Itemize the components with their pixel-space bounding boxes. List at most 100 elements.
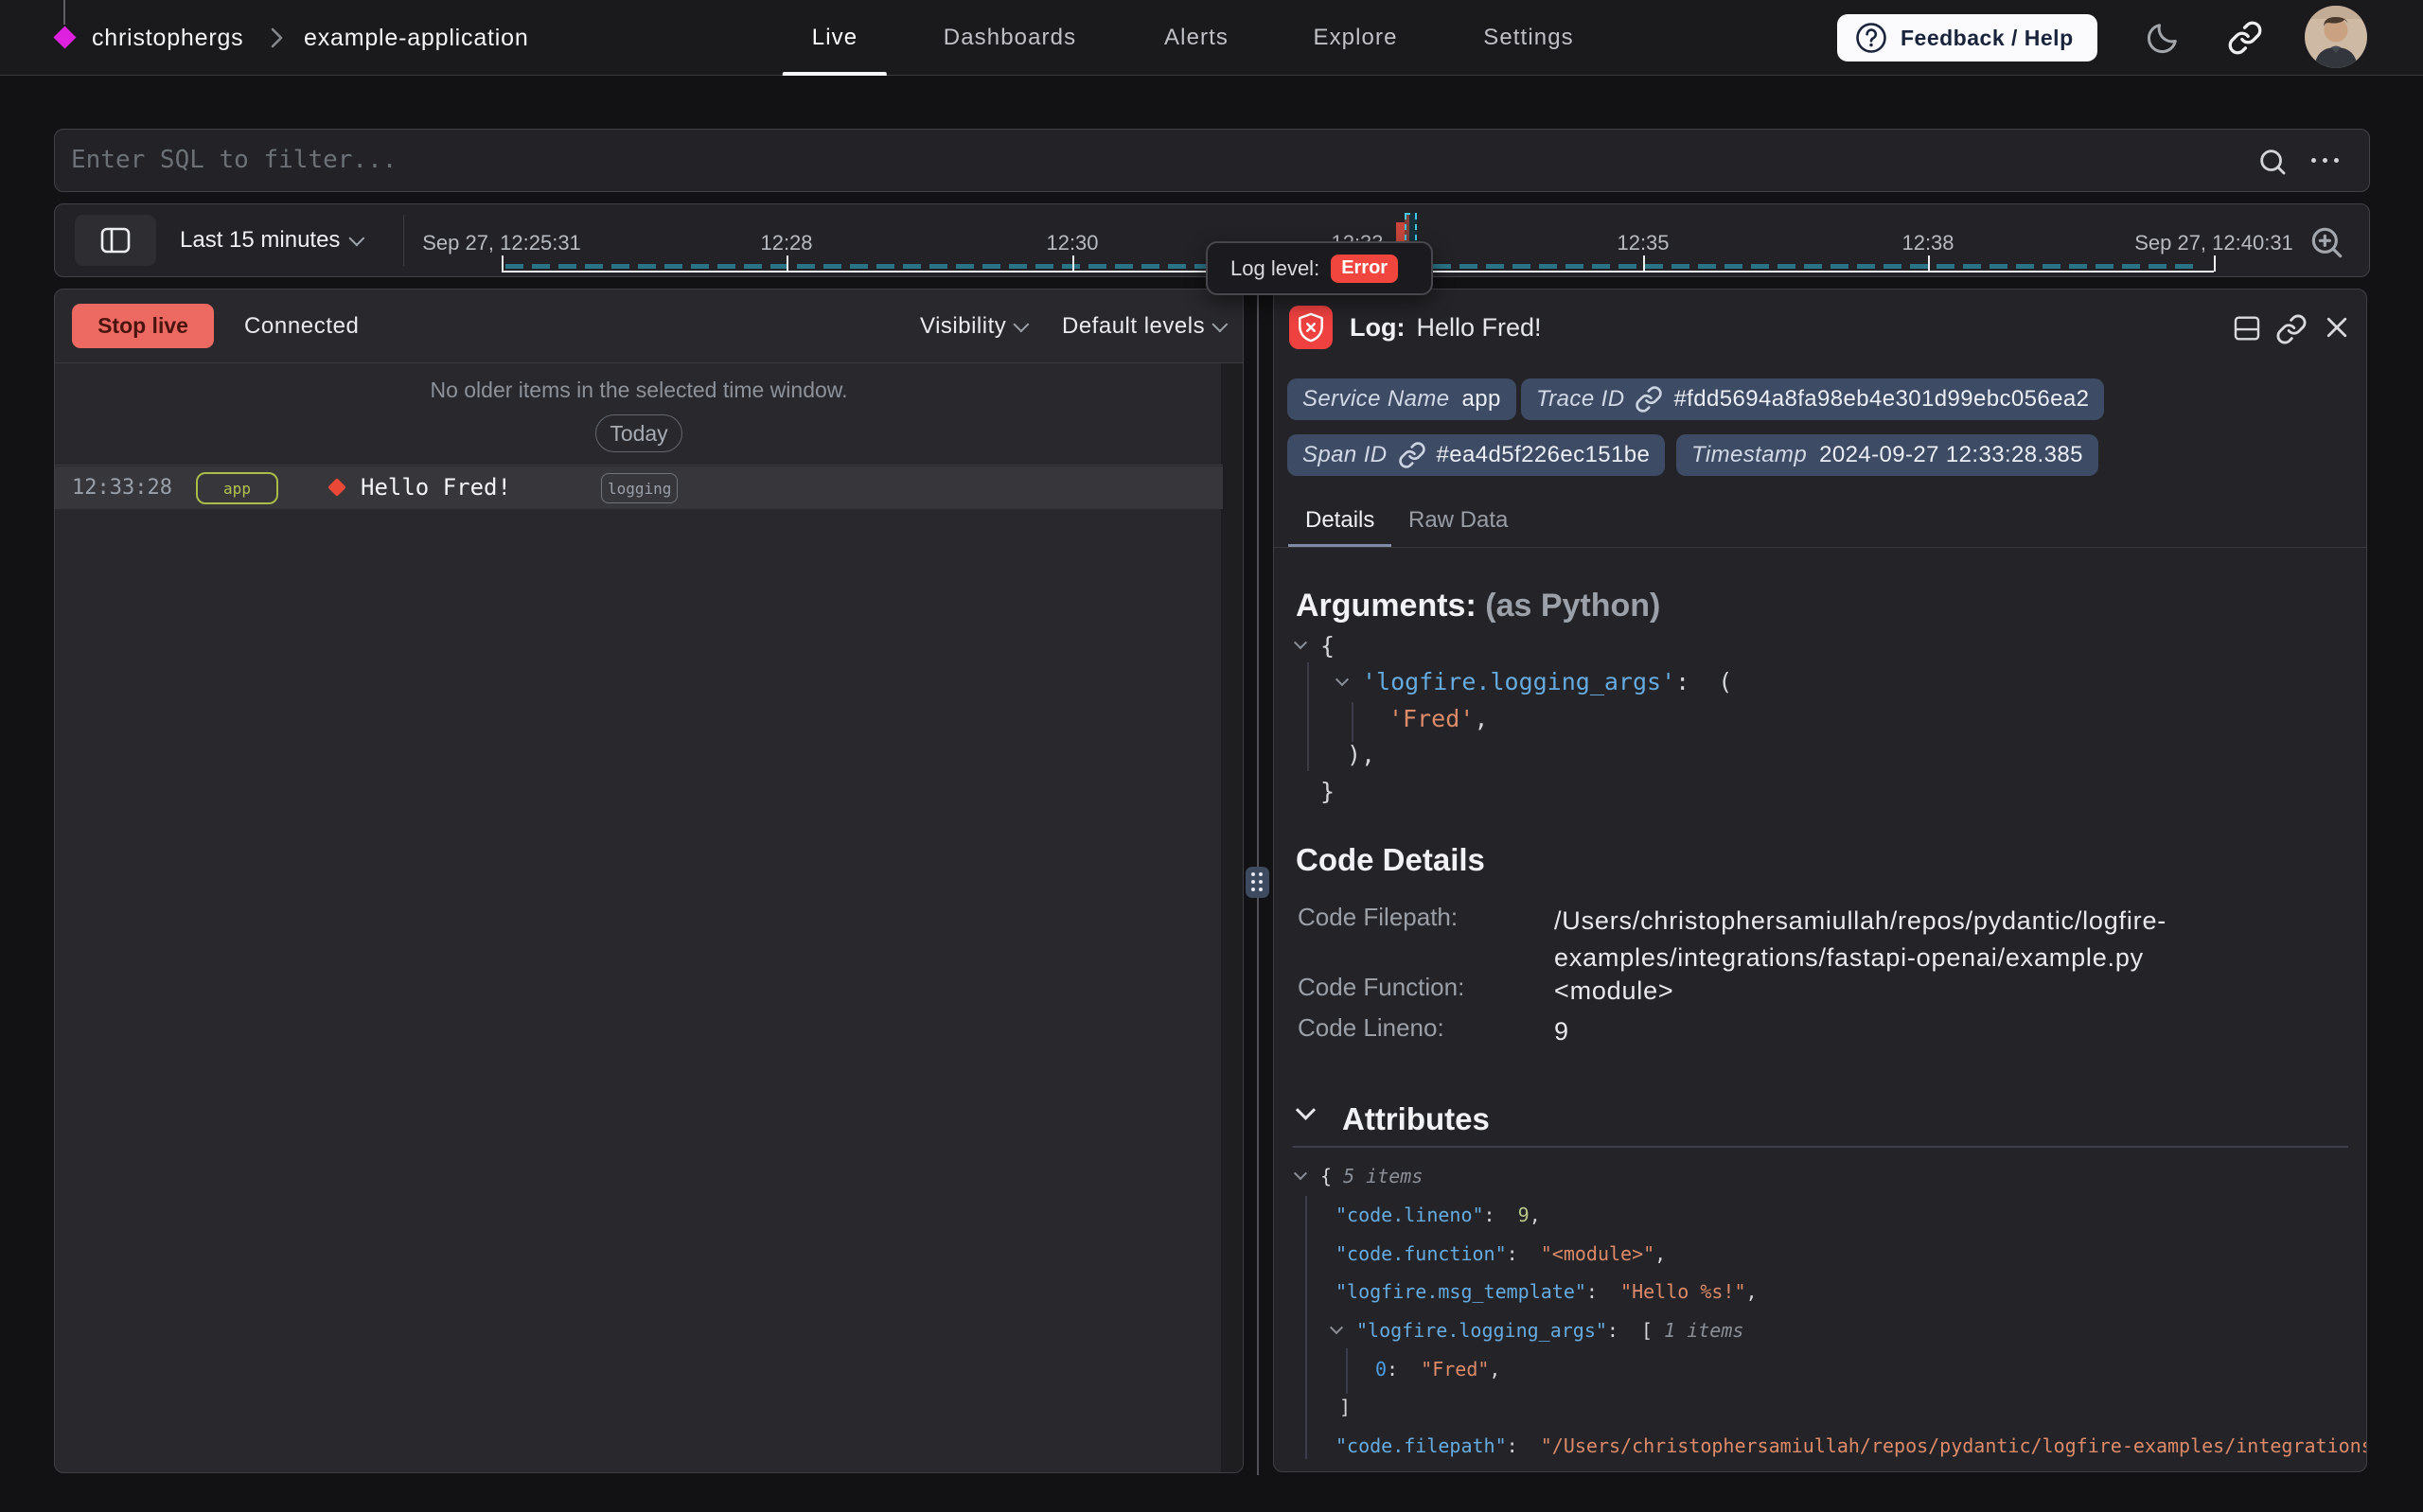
visibility-dropdown[interactable]: Visibility	[920, 290, 1029, 362]
live-panel-header: Stop live Connected Visibility Default l…	[55, 290, 1243, 363]
attributes-heading[interactable]: Attributes	[1342, 1101, 1490, 1137]
code-line: "logfire.msg_template": "Hello %s!",	[1296, 1273, 2367, 1311]
sql-filter-input[interactable]: Enter SQL to filter...	[71, 130, 397, 190]
zoom-in-icon[interactable]	[2308, 223, 2345, 261]
code-line: "code.function": "<module>",	[1296, 1234, 2367, 1273]
logfire-logo-icon[interactable]	[53, 26, 76, 48]
timeline-tick-label: 12:38	[1901, 231, 1954, 255]
detail-title: Log: Hello Fred!	[1350, 290, 1542, 365]
code-detail-value: <module>	[1554, 973, 2344, 1010]
log-level-diamond-icon	[327, 478, 346, 497]
theme-toggle-button[interactable]	[2145, 0, 2181, 76]
copy-link-icon[interactable]	[2275, 313, 2308, 345]
dock-panel-icon[interactable]	[2232, 313, 2262, 343]
tab-dashboards[interactable]: Dashboards	[944, 0, 1076, 76]
code-line: { 5 items	[1296, 1157, 2367, 1196]
time-range-dropdown[interactable]: Last 15 minutes	[180, 204, 364, 276]
tab-alerts[interactable]: Alerts	[1164, 0, 1229, 76]
collapse-chevron-icon[interactable]	[1332, 1326, 1356, 1335]
badge-value: #ea4d5f226ec151be	[1437, 442, 1651, 468]
chevron-down-icon	[349, 230, 365, 246]
tooltip-label: Log level:	[1230, 256, 1319, 281]
collapse-chevron-icon[interactable]	[1296, 1171, 1320, 1181]
attributes-code: { 5 items"code.lineno": 9,"code.function…	[1296, 1157, 2367, 1466]
code-token: 9	[1518, 1204, 1530, 1226]
code-token: "logfire.logging_args"	[1356, 1319, 1607, 1342]
close-icon[interactable]	[2323, 313, 2351, 342]
code-token: "Hello %s!"	[1620, 1280, 1745, 1303]
breadcrumb-chevron-icon	[271, 0, 283, 76]
empty-state: No older items in the selected time wind…	[55, 364, 1223, 466]
tab-alerts-label: Alerts	[1164, 25, 1229, 51]
scrollbar-gutter[interactable]	[1221, 363, 1243, 1472]
code-line: ]	[1296, 1388, 2367, 1427]
badge-label: Timestamp	[1691, 442, 1807, 468]
code-detail-label: Code Function:	[1298, 973, 1464, 1001]
top-nav: christophergs example-application Live D…	[0, 0, 2423, 76]
code-line: {	[1296, 627, 1732, 664]
tab-settings-label: Settings	[1483, 25, 1574, 51]
code-token: : (	[1675, 668, 1732, 695]
chevron-down-icon	[1212, 316, 1228, 332]
timeline-tick-label: 12:30	[1046, 231, 1098, 255]
collapse-chevron-icon[interactable]	[1337, 677, 1362, 687]
tab-explore[interactable]: Explore	[1313, 0, 1397, 76]
visibility-label: Visibility	[920, 313, 1006, 340]
sidebar-toggle-button[interactable]	[75, 215, 156, 266]
breadcrumb-org[interactable]: christophergs	[92, 0, 243, 76]
collapse-chevron-icon[interactable]	[1296, 641, 1320, 650]
timeline-tick-label: Sep 27, 12:40:31	[2134, 231, 2293, 255]
panel-divider-handle[interactable]	[1246, 867, 1269, 898]
code-detail-label: Code Filepath:	[1298, 903, 1458, 931]
log-row[interactable]: 12:33:28 app Hello Fred! logging	[55, 466, 1223, 509]
tab-raw-data[interactable]: Raw Data	[1408, 494, 1508, 547]
arguments-heading-suffix: (as Python)	[1485, 588, 1660, 624]
default-levels-dropdown[interactable]: Default levels	[1062, 290, 1228, 362]
link-icon	[1398, 441, 1426, 469]
badge-value: 2024-09-27 12:33:28.385	[1819, 442, 2083, 468]
log-service-tag[interactable]: app	[196, 472, 278, 504]
span-id-badge[interactable]: Span ID #ea4d5f226ec151be	[1287, 434, 1665, 476]
code-detail-value: 9	[1554, 1013, 2344, 1050]
feedback-help-button[interactable]: Feedback / Help	[1837, 14, 2097, 62]
badge-label: Trace ID	[1536, 386, 1624, 413]
code-token: 'Fred'	[1388, 705, 1474, 732]
code-token: {	[1320, 632, 1335, 659]
code-token: 0	[1375, 1358, 1387, 1380]
badge-label: Span ID	[1302, 442, 1388, 468]
sql-filter-bar: Enter SQL to filter...	[54, 129, 2370, 192]
tab-dashboards-label: Dashboards	[944, 25, 1076, 51]
code-token: :	[1484, 1204, 1518, 1226]
question-circle-icon	[1854, 21, 1888, 55]
share-link-button[interactable]	[2227, 0, 2263, 76]
error-level-icon	[1289, 306, 1333, 349]
breadcrumb-project[interactable]: example-application	[304, 0, 529, 76]
attributes-collapse-chevron-icon[interactable]	[1299, 1107, 1316, 1124]
feedback-help-label: Feedback / Help	[1901, 26, 2074, 51]
code-token: ,	[1489, 1358, 1500, 1380]
tab-settings[interactable]: Settings	[1483, 0, 1574, 76]
drag-dots-icon	[1251, 872, 1264, 892]
code-line: }	[1296, 773, 1732, 810]
logo-string	[63, 0, 65, 25]
log-tag-logging[interactable]: logging	[601, 473, 678, 503]
code-token: }	[1320, 778, 1335, 805]
tab-details[interactable]: Details	[1305, 494, 1374, 547]
stop-live-button[interactable]: Stop live	[72, 304, 214, 348]
user-avatar[interactable]	[2305, 6, 2367, 68]
code-filepath-row: Code Filepath: /Users/christophersamiull…	[1298, 903, 1458, 932]
more-options-icon[interactable]	[2311, 158, 2339, 163]
code-token: "logfire.msg_template"	[1335, 1280, 1586, 1303]
code-token: ]	[1339, 1396, 1351, 1418]
code-detail-value: /Users/christophersamiullah/repos/pydant…	[1554, 903, 2344, 976]
today-button[interactable]: Today	[595, 414, 682, 452]
search-icon[interactable]	[2256, 146, 2289, 178]
code-function-row: Code Function: <module>	[1298, 973, 1464, 1002]
code-line: "code.filepath": "/Users/christophersami…	[1296, 1427, 2367, 1466]
log-message: Hello Fred!	[361, 466, 511, 508]
tab-live[interactable]: Live	[812, 0, 858, 76]
timeline-tick	[1072, 255, 1074, 272]
trace-id-badge[interactable]: Trace ID #fdd5694a8fa98eb4e301d99ebc056e…	[1521, 378, 2104, 420]
timeline-tick	[502, 255, 504, 272]
tooltip-error-badge: Error	[1331, 255, 1398, 283]
